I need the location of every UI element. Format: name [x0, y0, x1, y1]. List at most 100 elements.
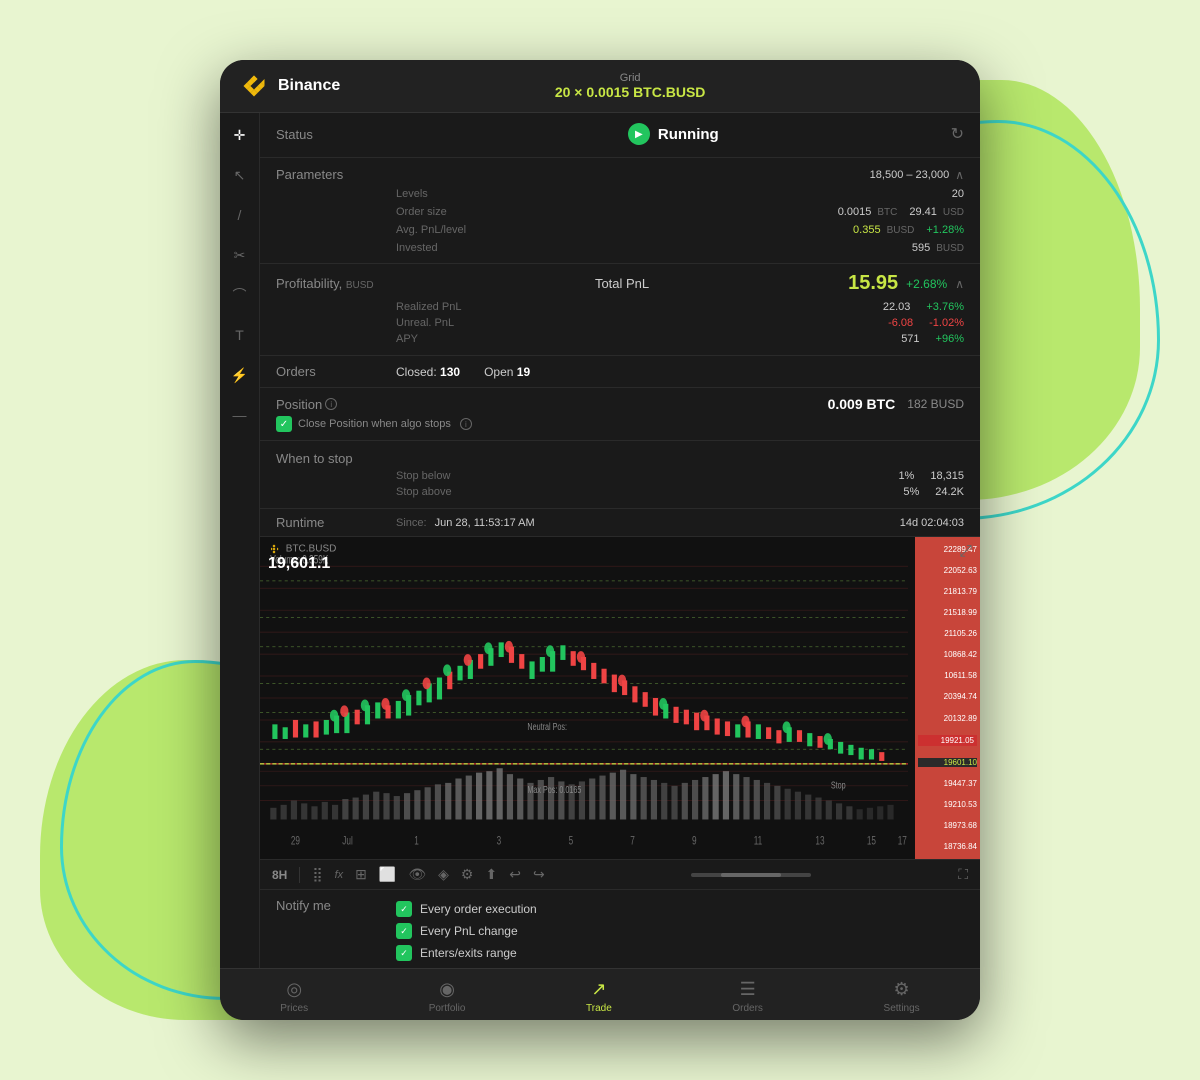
realized-pnl-value: 22.03: [883, 301, 911, 313]
more-tool[interactable]: —: [226, 401, 254, 429]
close-pos-check-icon[interactable]: ✓: [276, 416, 292, 432]
price-label-14: 18736.84: [918, 842, 977, 851]
fullscreen-icon[interactable]: ⛶: [958, 866, 968, 883]
toolbar-separator: [299, 867, 300, 883]
svg-text:17: 17: [898, 835, 907, 848]
layers-icon[interactable]: ◈: [438, 866, 449, 883]
notify-item-1: ✓ Every order execution: [396, 898, 537, 920]
settings-chart-icon[interactable]: ⚙: [461, 866, 474, 883]
nav-orders[interactable]: ☰ Orders: [716, 977, 779, 1016]
notify-check-2-icon[interactable]: ✓: [396, 923, 412, 939]
orders-section: Orders Closed: 130 Open 19: [260, 356, 980, 388]
portfolio-icon: ◉: [439, 979, 455, 1000]
param-row-levels: Levels 20: [276, 185, 964, 203]
grid-label: Grid: [555, 72, 706, 84]
realized-pnl-label: Realized PnL: [396, 301, 883, 313]
chevron-up-icon[interactable]: ∧: [955, 168, 964, 182]
crosshair-icon[interactable]: ⊞: [355, 866, 367, 883]
apy-row: APY 571 +96%: [276, 331, 964, 347]
notify-check-1-icon[interactable]: ✓: [396, 901, 412, 917]
notify-check-3-icon[interactable]: ✓: [396, 945, 412, 961]
scrollbar-thumb: [721, 873, 781, 877]
status-running: Running: [658, 126, 719, 143]
chart-header: BTC.BUSD 19,601.1: [268, 543, 336, 573]
price-label-10: 19921.05: [918, 735, 977, 746]
stop-header: When to stop: [276, 449, 964, 468]
settings-label: Settings: [884, 1003, 920, 1014]
svg-text:Jul: Jul: [342, 835, 353, 848]
notify-section: Notify me ✓ Every order execution ✓ Ever…: [260, 889, 980, 968]
svg-text:15: 15: [867, 835, 876, 848]
param-row-avg-pnl: Avg. PnL/level 0.355 BUSD +1.28%: [276, 221, 964, 239]
text-tool[interactable]: T: [226, 321, 254, 349]
orders-nav-label: Orders: [732, 1003, 763, 1014]
price-label-5: 21105.26: [918, 629, 977, 638]
realized-pnl-row: Realized PnL 22.03 +3.76%: [276, 299, 964, 315]
price-label-4: 21518.99: [918, 608, 977, 617]
line-tool[interactable]: /: [226, 201, 254, 229]
price-label-2: 22052.63: [918, 566, 977, 575]
refresh-icon[interactable]: ↻: [951, 124, 964, 144]
visibility-icon[interactable]: 👁: [408, 866, 426, 883]
nav-prices[interactable]: ◎ Prices: [264, 977, 324, 1016]
parameters-label: Parameters: [276, 167, 396, 182]
avg-pnl-unit: BUSD: [887, 225, 915, 236]
chart-toolbar: 8H ⣿ fx ⊞ ⬜ 👁 ◈ ⚙ ⬆ ↩ ↪ ⛶: [260, 859, 980, 889]
closed-label: Closed:: [396, 365, 437, 379]
when-to-stop-section: When to stop Stop below 1% 18,315 Stop a…: [260, 441, 980, 509]
cursor-tool[interactable]: ↖: [226, 161, 254, 189]
redo-icon[interactable]: ↪: [533, 866, 545, 883]
nav-settings[interactable]: ⚙ Settings: [868, 977, 936, 1016]
nav-trade[interactable]: ↗ Trade: [570, 977, 628, 1016]
comparison-icon[interactable]: ⬜: [379, 866, 396, 883]
app-container: Binance Grid 20 × 0.0015 BTC.BUSD ✛ ↖ / …: [220, 60, 980, 1020]
parameters-section: Parameters 18,500 – 23,000 ∧ Levels 20 O…: [260, 158, 980, 264]
svg-text:3: 3: [497, 835, 502, 848]
fx-icon[interactable]: fx: [335, 869, 344, 881]
timeframe-8h[interactable]: 8H: [272, 868, 287, 882]
notify-item-2: ✓ Every PnL change: [396, 920, 537, 942]
portfolio-label: Portfolio: [429, 1003, 466, 1014]
close-pos-info-icon[interactable]: i: [460, 418, 472, 430]
expand-chart-icon[interactable]: ⤢: [959, 543, 972, 561]
svg-text:13: 13: [815, 835, 824, 848]
position-info-icon[interactable]: i: [325, 398, 337, 410]
crosshair-tool[interactable]: ✛: [226, 121, 254, 149]
pnl-chevron-icon[interactable]: ∧: [955, 277, 964, 291]
binance-logo-icon: [240, 72, 268, 100]
profitability-unit: BUSD: [346, 280, 374, 291]
right-panel: Status ▶ Running ↻ Parameters 18,500 – 2…: [260, 113, 980, 968]
undo-icon[interactable]: ↩: [509, 866, 521, 883]
order-size-btc-unit: BTC: [877, 207, 897, 218]
runtime-since-date: Jun 28, 11:53:17 AM: [435, 517, 535, 529]
price-label-13: 18973.68: [918, 821, 977, 830]
trade-icon: ↗: [591, 979, 606, 1000]
prices-label: Prices: [280, 1003, 308, 1014]
draw-tool[interactable]: ⌒: [226, 281, 254, 309]
svg-text:9: 9: [692, 835, 697, 848]
when-to-stop-label: When to stop: [276, 451, 396, 466]
svg-text:Stop: Stop: [831, 779, 846, 791]
header-left: Binance: [240, 72, 340, 100]
notify-title: Notify me: [276, 898, 396, 913]
parameters-header-row: Parameters 18,500 – 23,000 ∧: [276, 164, 964, 185]
indicators-icon[interactable]: ⣿: [312, 866, 322, 883]
status-value-row: ▶ Running: [628, 123, 719, 145]
measure-tool[interactable]: ⚡: [226, 361, 254, 389]
stop-below-value: 18,315: [930, 470, 964, 482]
svg-text:29: 29: [291, 835, 300, 848]
status-row: Status ▶ Running ↻: [276, 123, 964, 145]
scissors-tool[interactable]: ✂: [226, 241, 254, 269]
svg-text:5: 5: [569, 835, 574, 848]
stop-above-label: Stop above: [396, 486, 903, 498]
main-content: ✛ ↖ / ✂ ⌒ T ⚡ — Status ▶ Running ↻: [220, 113, 980, 968]
closed-value: 130: [440, 365, 460, 379]
order-size-btc: 0.0015: [838, 206, 872, 218]
price-label-3: 21813.79: [918, 587, 977, 596]
nav-portfolio[interactable]: ◉ Portfolio: [413, 977, 482, 1016]
grid-value: 20 × 0.0015 BTC.BUSD: [555, 84, 706, 100]
chart-scrollbar[interactable]: [691, 873, 811, 877]
screenshot-icon[interactable]: ⬆: [485, 866, 497, 883]
bottom-nav: ◎ Prices ◉ Portfolio ↗ Trade ☰ Orders ⚙ …: [220, 968, 980, 1020]
invested-value: 595: [912, 242, 930, 254]
